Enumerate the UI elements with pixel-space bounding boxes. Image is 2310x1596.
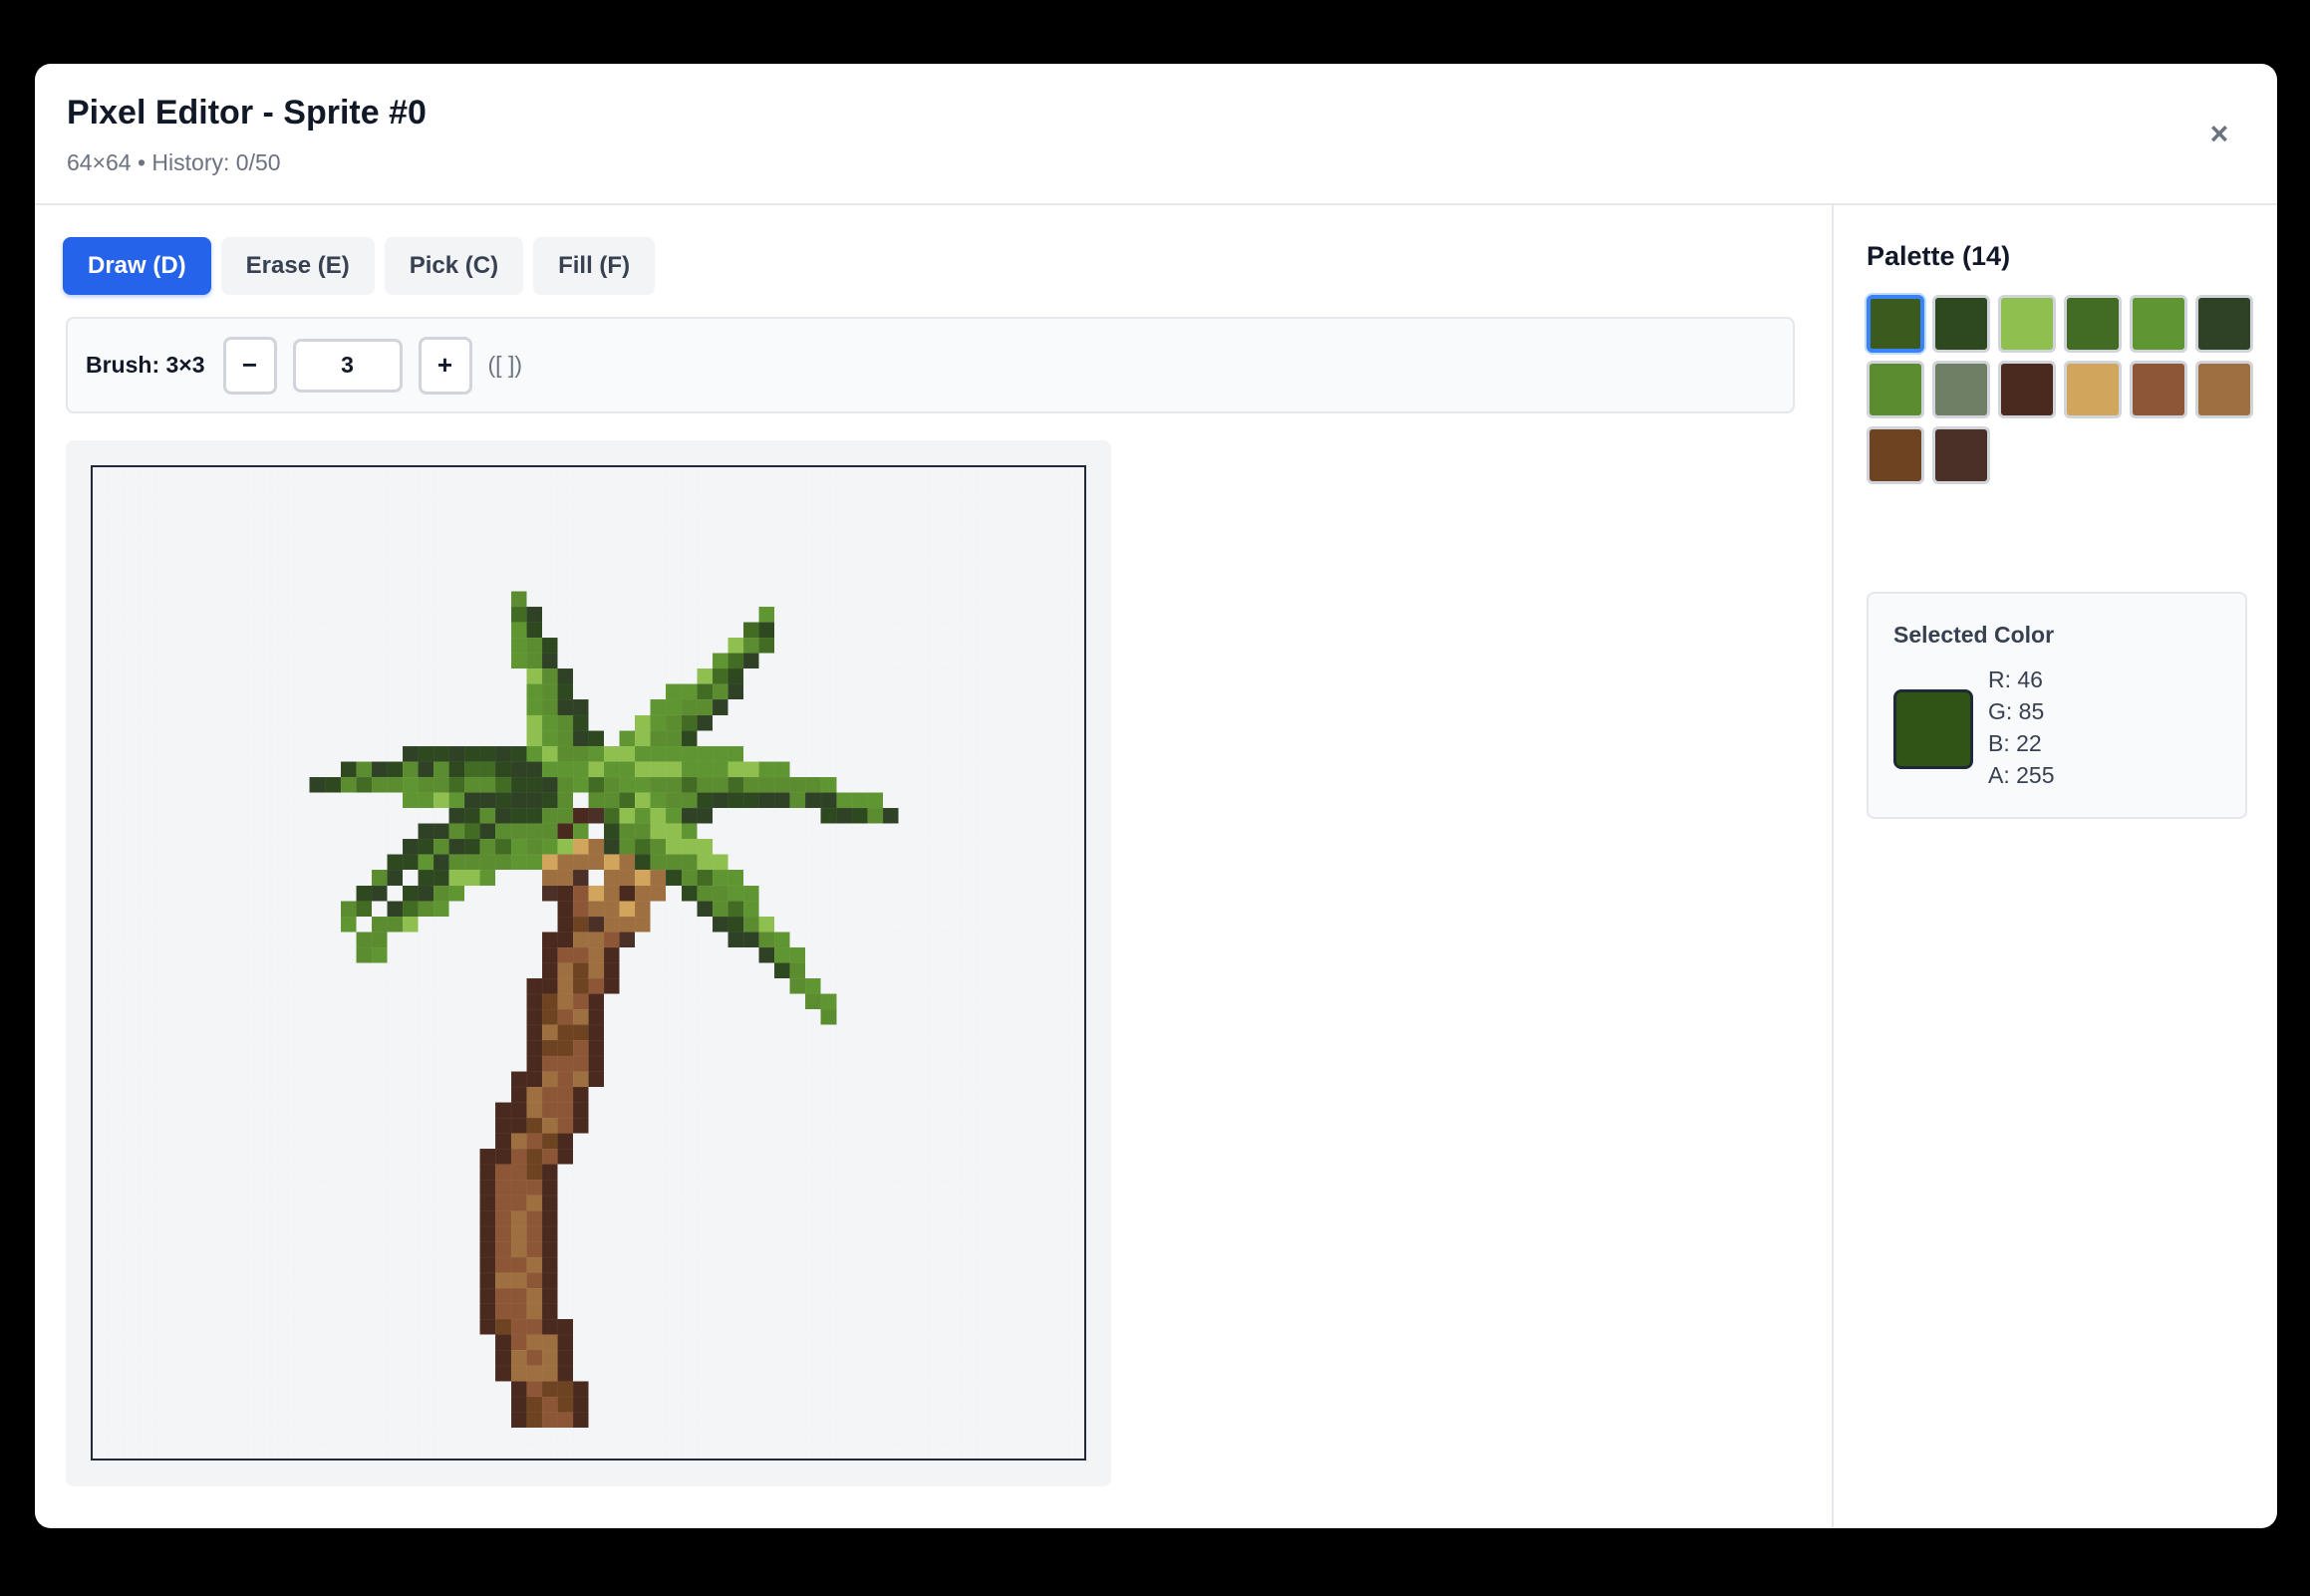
selected-color-preview [1893,689,1973,769]
modal-header: Pixel Editor - Sprite #0 64×64 • History… [35,64,2277,205]
palette-swatch[interactable] [1932,426,1990,484]
brush-shortcut-hint: ([ ]) [487,352,523,378]
sprite-info: 64×64 • History: 0/50 [67,149,281,175]
selected-color-panel: Selected Color R: 46 G: 85 B: 22 A: 255 [1867,592,2247,819]
brush-increase-button[interactable]: + [418,336,472,395]
palette-swatch[interactable] [2130,295,2187,353]
green-value: G: 85 [1988,698,2045,724]
palette-swatch[interactable] [1932,295,1990,353]
pixel-editor-modal: Pixel Editor - Sprite #0 64×64 • History… [35,64,2277,1528]
palette-swatch[interactable] [1998,361,2056,418]
palette-swatch[interactable] [2064,295,2122,353]
palette-swatch[interactable] [1867,361,1924,418]
selected-color-title: Selected Color [1893,622,2055,648]
pixel-canvas[interactable] [91,465,1086,1461]
brush-size-label: Brush: 3×3 [86,352,205,378]
blue-value: B: 22 [1988,730,2042,756]
palette-swatch[interactable] [2130,361,2187,418]
palette-swatch[interactable] [1867,426,1924,484]
palette-swatch[interactable] [1932,361,1990,418]
brush-decrease-button[interactable]: − [222,336,277,395]
palette-swatch[interactable] [1998,295,2056,353]
fill-tool-button[interactable]: Fill (F) [533,237,656,295]
tool-bar: Draw (D) Erase (E) Pick (C) Fill (F) [63,237,656,295]
close-icon[interactable]: × [2201,116,2237,151]
pick-tool-button[interactable]: Pick (C) [384,237,524,295]
red-value: R: 46 [1988,666,2043,692]
palette-swatch[interactable] [2195,361,2253,418]
palette-swatch[interactable] [2064,361,2122,418]
alpha-value: A: 255 [1988,762,2055,788]
page-title: Pixel Editor - Sprite #0 [67,94,427,132]
erase-tool-button[interactable]: Erase (E) [220,237,375,295]
editor-main: Draw (D) Erase (E) Pick (C) Fill (F) Bru… [35,205,1831,1528]
selected-color-values: R: 46 G: 85 B: 22 A: 255 [1988,664,2055,791]
palette-swatch[interactable] [1867,295,1924,353]
canvas-container [66,440,1111,1486]
palette-swatches [1867,295,2265,484]
brush-size-input[interactable] [292,338,403,393]
palette-title: Palette (14) [1867,241,2011,271]
palette-swatch[interactable] [2195,295,2253,353]
palette-sidebar: Palette (14) Selected Color R: 46 G: 85 … [1832,205,2277,1528]
draw-tool-button[interactable]: Draw (D) [63,237,211,295]
brush-controls: Brush: 3×3 − + ([ ]) [66,317,1795,413]
